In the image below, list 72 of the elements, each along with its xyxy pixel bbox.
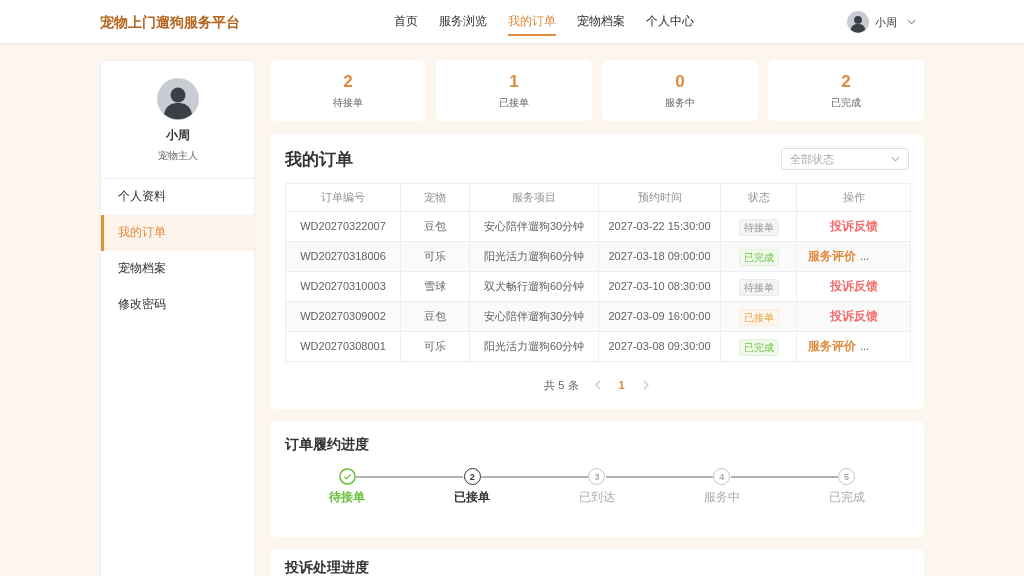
nav-link[interactable]: 宠物档案 xyxy=(577,7,625,36)
stat-label: 服务中 xyxy=(665,95,695,110)
table-cell: WD20270308001 xyxy=(285,331,401,362)
table-cell: 2027-03-18 09:00:00 xyxy=(598,241,721,272)
table-cell: 雪球 xyxy=(400,271,470,302)
stat-label: 待接单 xyxy=(333,95,363,110)
table-cell: 可乐 xyxy=(400,331,470,362)
section-title: 订单履约进度 xyxy=(285,436,370,454)
table-cell: 2027-03-08 09:30:00 xyxy=(598,331,721,362)
column-header: 状态 xyxy=(720,183,797,212)
complaint-link[interactable]: 投诉反馈 xyxy=(829,217,878,236)
pagination-total: 共 5 条 xyxy=(544,377,579,393)
step-number: 5 xyxy=(838,468,856,485)
nav-link[interactable]: 个人中心 xyxy=(646,7,694,36)
step-number: 4 xyxy=(713,468,731,485)
stat-value: 2 xyxy=(343,71,353,92)
user-name[interactable]: 小周 xyxy=(875,14,897,29)
column-header: 服务项目 xyxy=(469,183,599,212)
chevron-down-icon xyxy=(891,156,900,162)
table-cell: WD20270322007 xyxy=(285,211,401,242)
step-label: 服务中 xyxy=(703,489,740,505)
status-tag: 待接单 xyxy=(738,278,779,296)
more-actions-link[interactable]: ... xyxy=(860,248,870,265)
nav-link[interactable]: 服务浏览 xyxy=(439,7,487,36)
step-number: 3 xyxy=(588,468,606,485)
step-label: 已接单 xyxy=(454,489,491,505)
status-tag: 已接单 xyxy=(738,308,779,326)
nav-link[interactable]: 首页 xyxy=(394,7,418,36)
step-number: 2 xyxy=(463,468,481,485)
stat-value: 1 xyxy=(509,71,519,92)
table-cell: WD20270309002 xyxy=(285,301,401,332)
status-tag: 已完成 xyxy=(738,248,779,266)
avatar-icon xyxy=(156,78,199,120)
sidebar-menu-item[interactable]: 宠物档案 xyxy=(101,251,254,287)
stat-label: 已接单 xyxy=(499,95,529,110)
table-cell: WD20270318006 xyxy=(285,241,401,272)
column-header: 宠物 xyxy=(400,183,470,212)
table-cell: 可乐 xyxy=(400,241,470,272)
table-cell: 2027-03-09 16:00:00 xyxy=(598,301,721,332)
status-tag: 待接单 xyxy=(738,218,779,236)
check-circle-icon xyxy=(338,468,356,485)
more-actions-link[interactable]: ... xyxy=(860,338,870,355)
table-cell: 豆包 xyxy=(400,211,470,242)
stat-label: 已完成 xyxy=(831,95,861,110)
table-cell: 安心陪伴遛狗30分钟 xyxy=(469,211,599,242)
complaint-link[interactable]: 投诉反馈 xyxy=(829,277,878,296)
table-cell: 2027-03-10 08:30:00 xyxy=(598,271,721,302)
step-label: 待接单 xyxy=(329,489,366,505)
column-header: 预约时间 xyxy=(598,183,721,212)
step-label: 已完成 xyxy=(828,489,865,505)
profile-name: 小周 xyxy=(165,127,190,144)
table-cell: 豆包 xyxy=(400,301,470,332)
step-label: 已到达 xyxy=(579,489,615,505)
sidebar-menu-item[interactable]: 个人资料 xyxy=(101,179,254,215)
stat-value: 2 xyxy=(841,71,851,92)
avatar-icon[interactable] xyxy=(847,10,869,33)
section-title: 我的订单 xyxy=(285,149,353,170)
table-cell: 2027-03-22 15:30:00 xyxy=(598,211,721,242)
status-tag: 已完成 xyxy=(738,338,779,356)
table-cell: 双犬畅行遛狗60分钟 xyxy=(469,271,599,302)
stat-value: 0 xyxy=(675,71,685,92)
profile-role: 宠物主人 xyxy=(157,149,198,163)
table-cell: WD20270310003 xyxy=(285,271,401,302)
sidebar-menu-item[interactable]: 修改密码 xyxy=(101,287,254,323)
site-title: 宠物上门遛狗服务平台 xyxy=(100,12,240,32)
table-cell: 阳光活力遛狗60分钟 xyxy=(469,241,599,272)
column-header: 操作 xyxy=(796,183,911,212)
section-title: 投诉处理进度 xyxy=(285,561,370,575)
chevron-down-icon xyxy=(907,18,916,25)
table-cell: 安心陪伴遛狗30分钟 xyxy=(469,301,599,332)
column-header: 订单编号 xyxy=(285,183,401,212)
table-cell: 阳光活力遛狗60分钟 xyxy=(469,331,599,362)
